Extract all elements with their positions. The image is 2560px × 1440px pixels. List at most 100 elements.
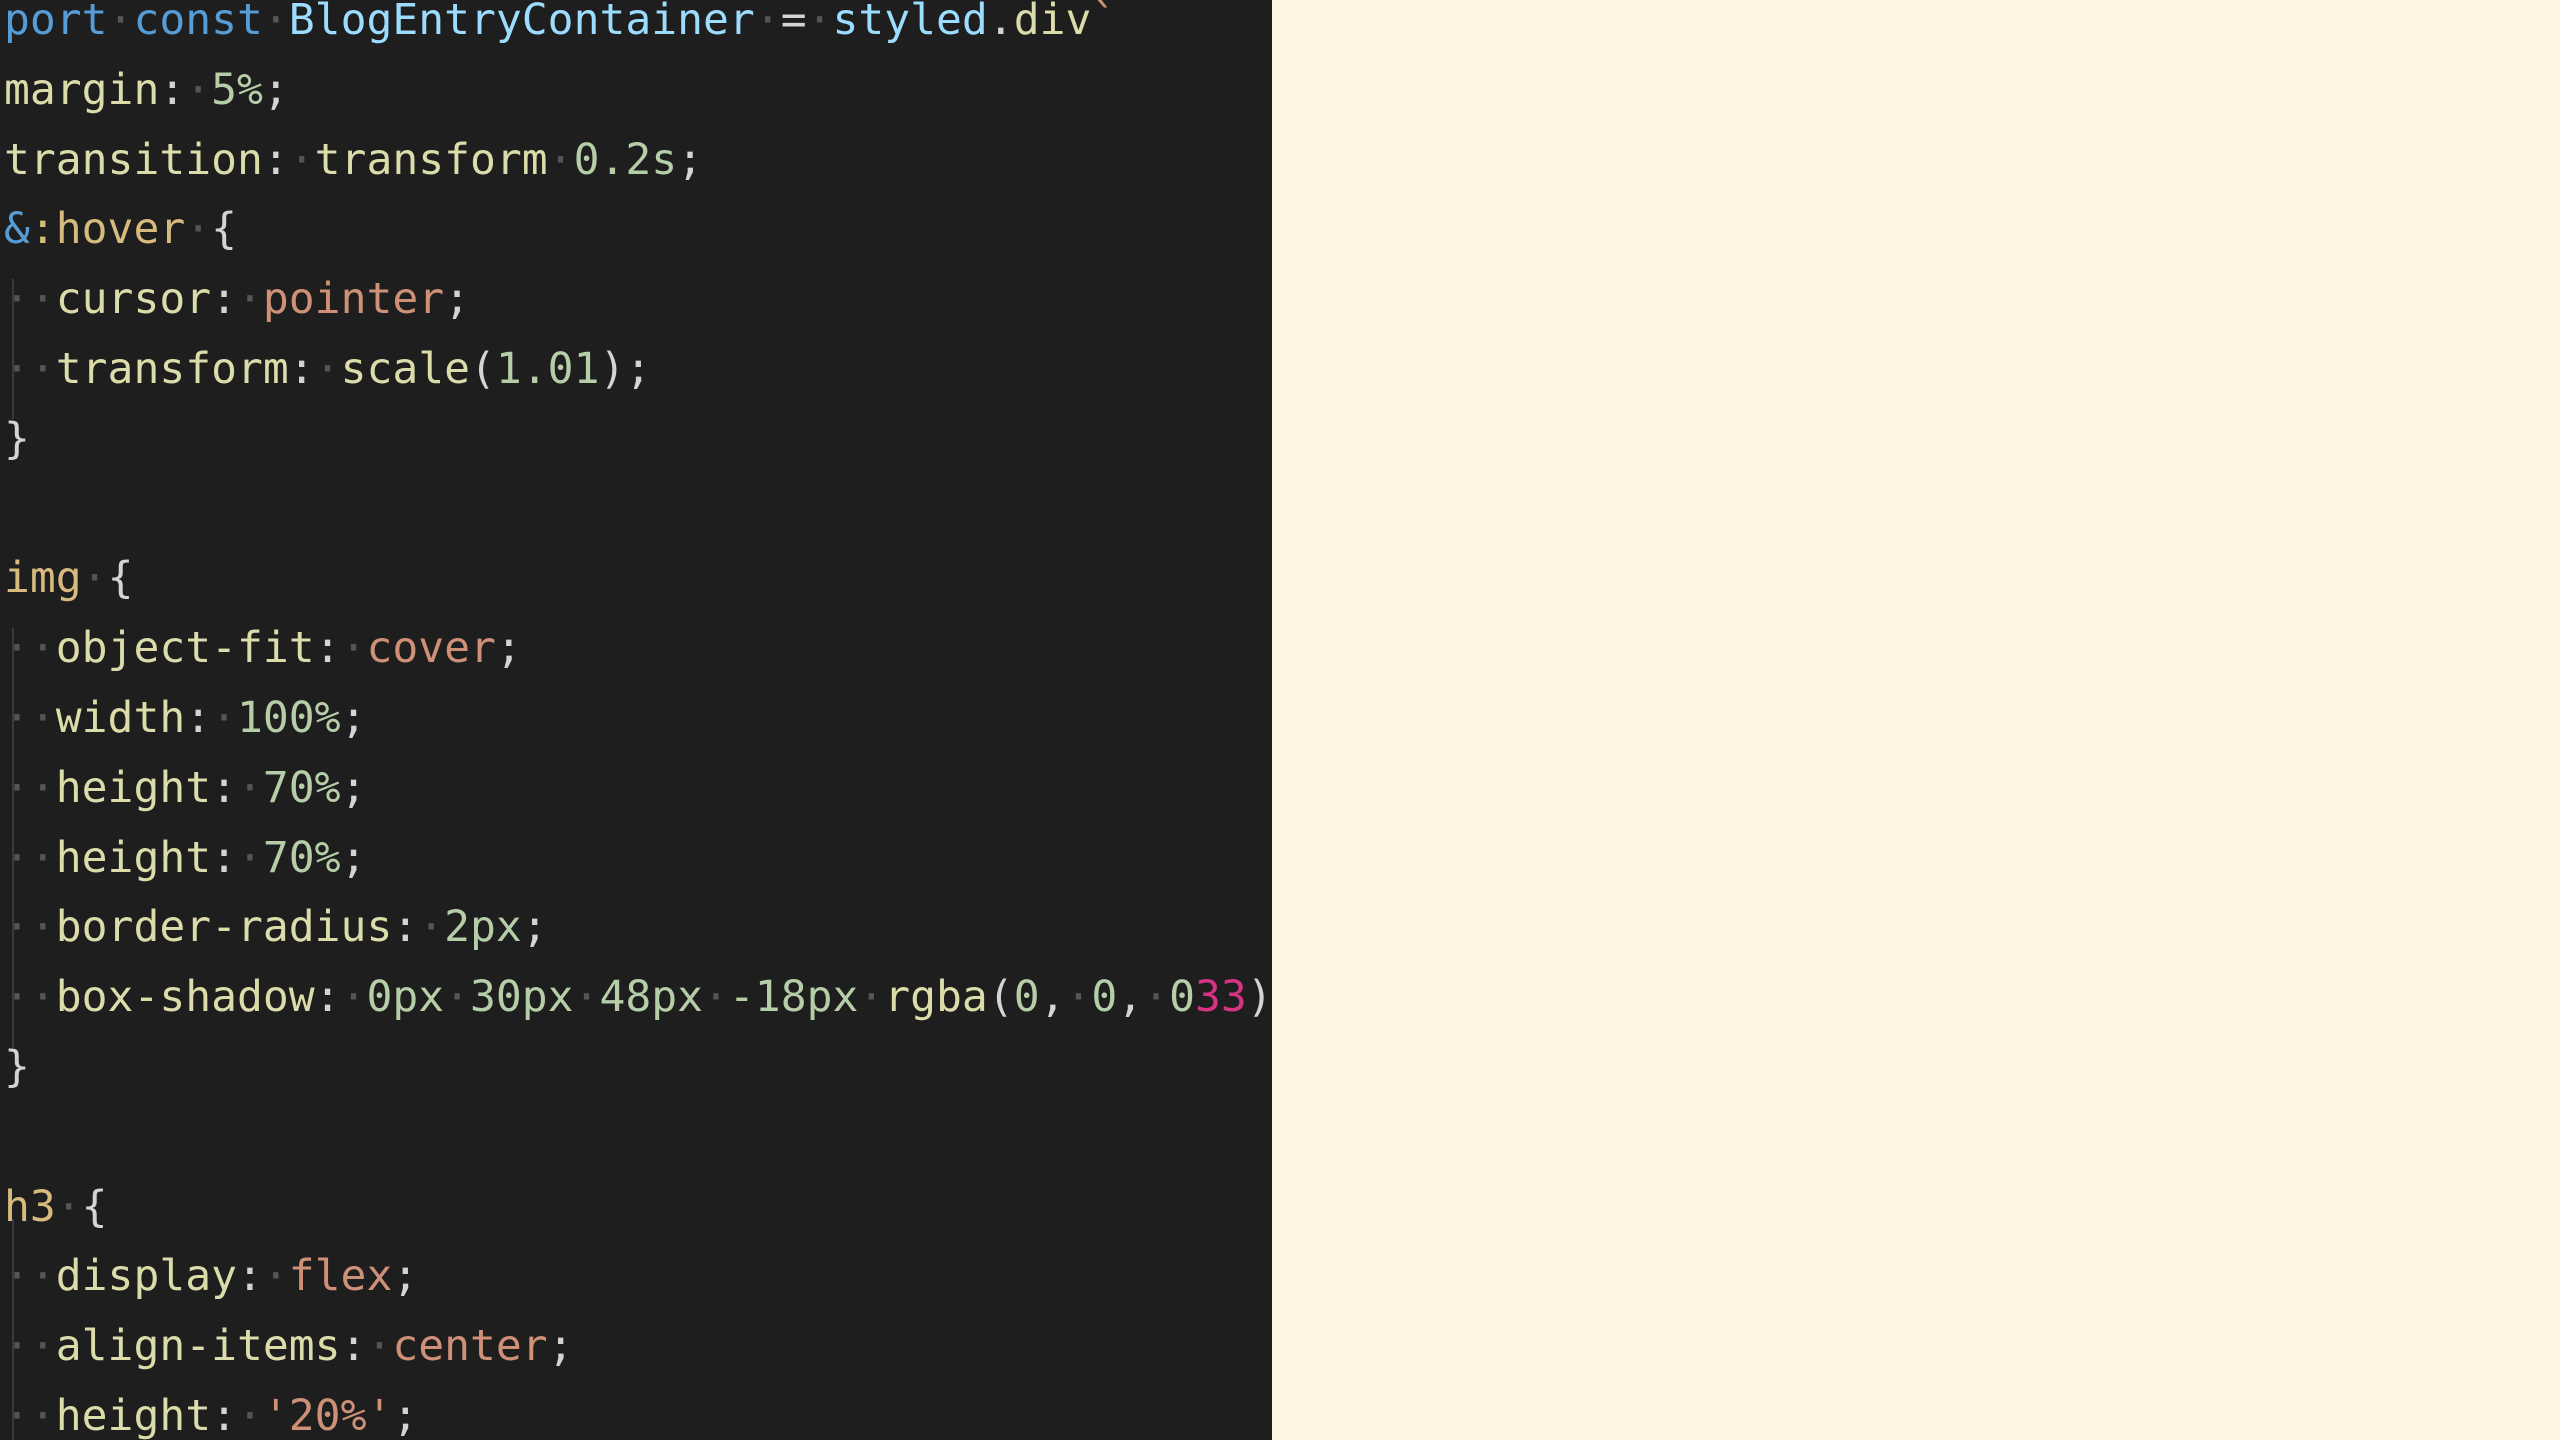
code-line[interactable]: port·const·BlogEntryContainer·=·styled.d… (4, 0, 1117, 56)
code-token: transition (4, 134, 263, 185)
code-token: 1.01 (495, 344, 600, 394)
code-token: ; (547, 1321, 574, 1372)
code-token: ; (392, 1251, 419, 1302)
code-token: transform (55, 344, 289, 394)
code-token: margin (4, 64, 160, 115)
code-token: center (392, 1321, 548, 1372)
code-token: 2px (444, 902, 522, 953)
whitespace-marker: · (340, 972, 367, 1023)
code-token: 0.2s (573, 134, 678, 185)
code-line[interactable]: ··border-radius:·2px; (4, 893, 548, 963)
code-line[interactable]: ··object-fit:·cover; (4, 614, 522, 684)
code-token: :hover (29, 204, 186, 255)
whitespace-marker: ·· (4, 623, 56, 674)
whitespace-marker: · (237, 1391, 263, 1440)
whitespace-marker: ·· (4, 972, 56, 1023)
whitespace-marker: · (806, 0, 833, 45)
whitespace-marker: · (237, 832, 263, 883)
code-token: 48px (599, 972, 704, 1023)
code-line[interactable]: } (4, 1033, 30, 1103)
code-token: align-items (55, 1321, 341, 1372)
code-token: ( (987, 972, 1014, 1023)
code-token: ; (392, 1391, 419, 1440)
code-token: { (81, 1181, 108, 1232)
whitespace-marker: · (366, 1321, 393, 1372)
code-token: : (211, 1391, 238, 1440)
whitespace-marker: · (81, 553, 108, 604)
code-token: } (4, 413, 30, 464)
code-token: BlogEntryContainer (288, 0, 755, 45)
whitespace-marker: · (55, 1181, 82, 1232)
code-token: ); (1246, 972, 1272, 1023)
code-token: ` (1091, 0, 1118, 45)
code-line[interactable]: &:hover·{ (4, 195, 237, 265)
whitespace-marker: · (754, 0, 781, 45)
code-token: ; (495, 623, 522, 674)
code-token: : (314, 972, 341, 1023)
code-token: ; (677, 134, 704, 185)
code-token: , (1039, 972, 1066, 1023)
code-editor[interactable]: port·const·BlogEntryContainer·=·styled.d… (0, 0, 1272, 1440)
code-line[interactable]: ··height:·70%; (4, 754, 366, 824)
code-token: 70% (262, 832, 341, 883)
whitespace-marker: ·· (4, 902, 56, 953)
whitespace-marker: · (262, 0, 289, 45)
code-token: : (211, 274, 238, 325)
code-token: : (262, 134, 289, 185)
code-token: div (1013, 0, 1092, 45)
code-token: 0px (366, 972, 445, 1023)
code-token: : (211, 762, 238, 813)
whitespace-marker: ·· (4, 1251, 56, 1302)
code-token: 100% (237, 693, 341, 743)
code-line[interactable]: margin:·5%; (4, 56, 289, 126)
code-line[interactable]: ··display:·flex; (4, 1242, 418, 1312)
code-token: cover (366, 623, 496, 674)
code-token: h3 (4, 1181, 56, 1232)
code-line[interactable]: ··box-shadow:·0px·30px·48px·-18px·rgba(0… (4, 963, 1272, 1033)
whitespace-marker: · (1143, 972, 1170, 1023)
code-line[interactable]: ··height:·'20%'; (4, 1382, 418, 1440)
code-token: display (55, 1251, 237, 1302)
whitespace-marker: · (858, 972, 885, 1023)
code-token: : (159, 64, 186, 115)
code-token: ( (470, 344, 496, 394)
whitespace-marker: ·· (4, 344, 56, 394)
code-token: box-shadow (55, 972, 315, 1023)
code-token: border-radius (55, 902, 393, 953)
code-token: { (211, 204, 238, 255)
code-line[interactable]: img·{ (4, 544, 133, 614)
code-token: = (780, 0, 807, 45)
whitespace-marker: ·· (4, 1321, 56, 1372)
code-line[interactable]: ··width:·100%; (4, 684, 366, 754)
code-token: ; (340, 762, 367, 813)
code-token: } (4, 1042, 30, 1092)
code-line[interactable]: } (4, 405, 30, 475)
code-line[interactable]: ··height:·70%; (4, 824, 366, 894)
code-token: pointer (262, 274, 445, 325)
code-line[interactable]: transition:·transform·0.2s; (4, 126, 703, 196)
code-line[interactable]: ··transform:·scale(1.01); (4, 335, 651, 405)
code-token: : (288, 344, 315, 394)
code-token: & (4, 204, 30, 255)
code-token: -18px (728, 972, 859, 1023)
code-token: : (211, 832, 238, 883)
preview-pane (1272, 0, 2560, 1440)
whitespace-marker: ·· (4, 274, 56, 325)
code-token: 0 (1013, 972, 1040, 1023)
code-line[interactable]: ··align-items:·center; (4, 1312, 574, 1382)
code-token: 30px (470, 972, 574, 1023)
code-token: 70% (262, 762, 341, 813)
code-token: ; (262, 64, 289, 115)
code-token: height (55, 1391, 212, 1440)
code-token: : (340, 1321, 367, 1372)
whitespace-marker: · (314, 344, 341, 394)
whitespace-marker: · (211, 693, 238, 743)
code-token: rgba (884, 972, 988, 1023)
code-token: ); (599, 344, 652, 394)
code-line[interactable]: h3·{ (4, 1173, 108, 1243)
code-line[interactable]: ··cursor:·pointer; (4, 265, 470, 335)
code-token: ; (521, 902, 548, 953)
code-token: scale (340, 344, 471, 394)
code-token: . (987, 0, 1014, 45)
whitespace-marker: ·· (4, 1391, 56, 1440)
